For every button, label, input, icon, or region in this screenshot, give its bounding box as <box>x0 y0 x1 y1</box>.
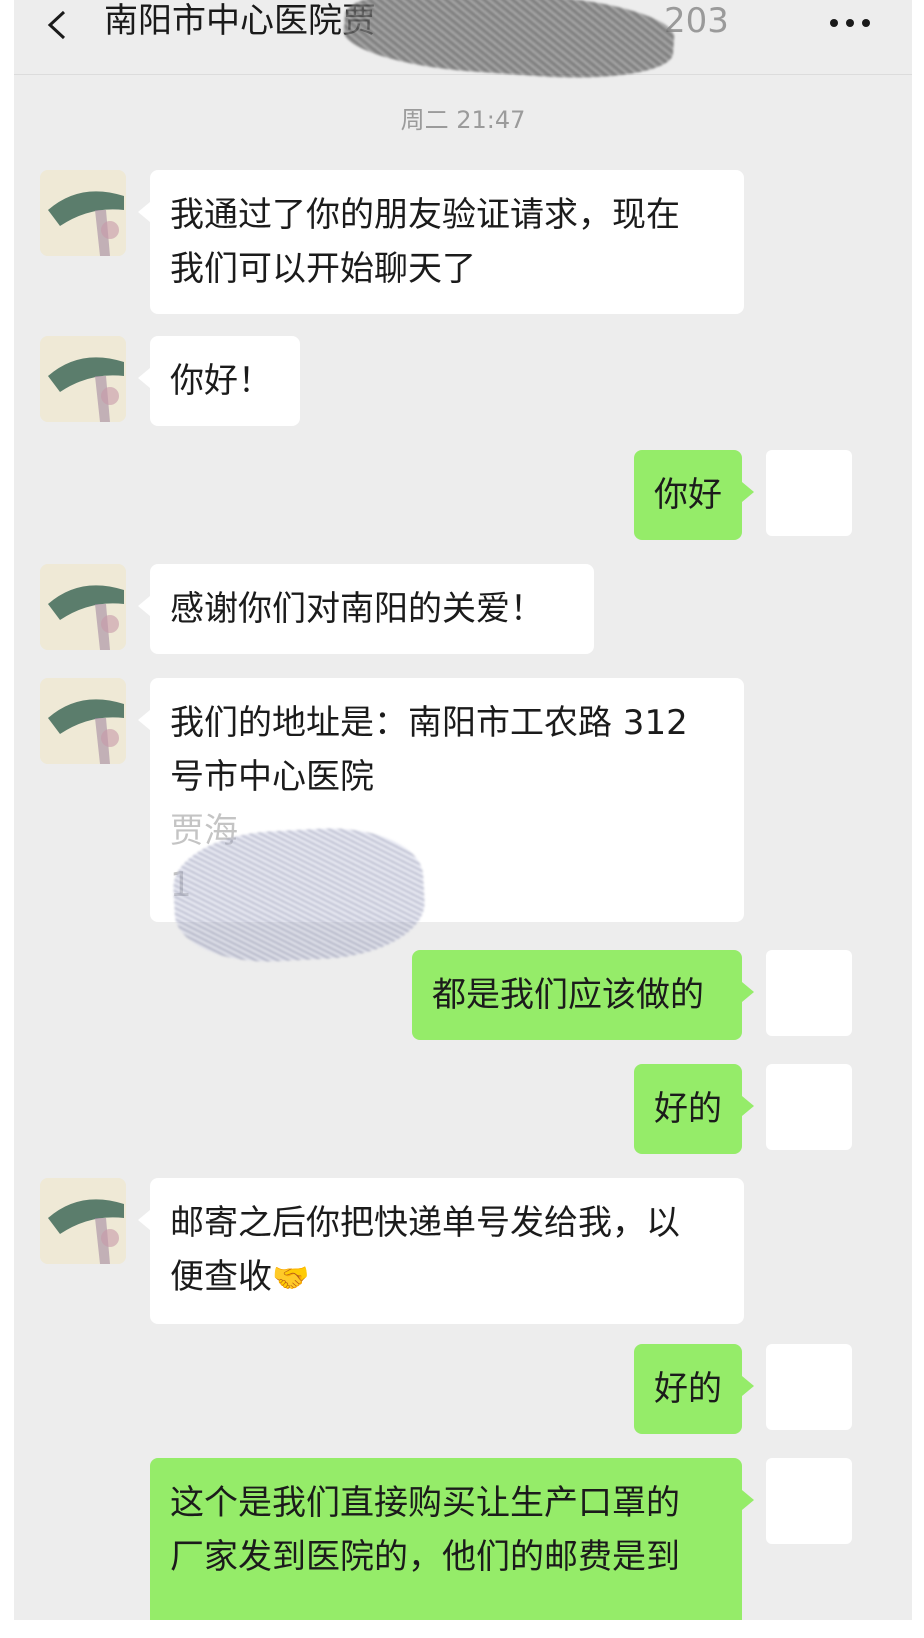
message-bubble[interactable]: 这个是我们直接购买让生产口罩的 厂家发到医院的，他们的邮费是到 <box>150 1458 754 1620</box>
contact-avatar[interactable] <box>40 1178 126 1264</box>
contact-avatar[interactable] <box>40 564 126 650</box>
user-avatar[interactable] <box>766 1344 852 1430</box>
message-bubble[interactable]: 好的 <box>634 1064 754 1154</box>
message-text: 感谢你们对南阳的关爱！ <box>170 589 544 629</box>
chat-title: 南阳市中心医院贾 <box>104 1 376 41</box>
handshake-emoji: 🤝 <box>272 1261 310 1296</box>
message-text: 邮寄之后你把快递单号发给我，以 <box>170 1203 680 1243</box>
message-text: 都是我们应该做的 <box>432 975 704 1015</box>
message-text: 这个是我们直接购买让生产口罩的 <box>170 1483 680 1523</box>
redaction-scribble <box>170 823 428 967</box>
contact-avatar[interactable] <box>40 336 126 422</box>
chevron-left-icon[interactable] <box>42 8 76 42</box>
user-avatar[interactable] <box>766 1064 852 1150</box>
timestamp: 周二 21:47 <box>400 106 526 134</box>
message-bubble[interactable]: 我通过了你的朋友验证请求，现在 我们可以开始聊天了 <box>138 170 744 314</box>
redaction-scribble <box>341 0 677 86</box>
contact-avatar[interactable] <box>40 678 126 764</box>
user-avatar[interactable] <box>766 950 852 1036</box>
message-bubble[interactable]: 邮寄之后你把快递单号发给我，以 便查收🤝 <box>138 1178 744 1324</box>
user-avatar[interactable] <box>766 450 852 536</box>
message-bubble[interactable]: 好的 <box>634 1344 754 1434</box>
chat-header: 南阳市中心医院贾 203 <box>14 0 912 86</box>
more-horizontal-icon[interactable] <box>828 14 872 27</box>
message-text: 我们的地址是：南阳市工农路 312 <box>170 703 688 743</box>
message-bubble[interactable]: 都是我们应该做的 <box>412 950 754 1040</box>
message-text: 我通过了你的朋友验证请求，现在 <box>170 195 680 235</box>
message-text: 便查收 <box>170 1257 272 1297</box>
message-bubble[interactable]: 你好 <box>634 450 754 540</box>
message-bubble[interactable]: 你好！ <box>138 336 300 426</box>
message-text: 你好！ <box>170 361 272 401</box>
chat-screen: 南阳市中心医院贾 203 周二 21:47 我通过了你的朋友验证请求，现在 我们… <box>14 0 912 1620</box>
message-text: 好的 <box>654 1369 722 1409</box>
message-text: 号市中心医院 <box>170 757 374 797</box>
message-bubble[interactable]: 感谢你们对南阳的关爱！ <box>138 564 594 654</box>
contact-avatar[interactable] <box>40 170 126 256</box>
user-avatar[interactable] <box>766 1458 852 1544</box>
message-text: 我们可以开始聊天了 <box>170 249 476 289</box>
message-text: 你好 <box>654 475 722 515</box>
message-text: 好的 <box>654 1089 722 1129</box>
message-text: 厂家发到医院的，他们的邮费是到 <box>170 1537 680 1577</box>
